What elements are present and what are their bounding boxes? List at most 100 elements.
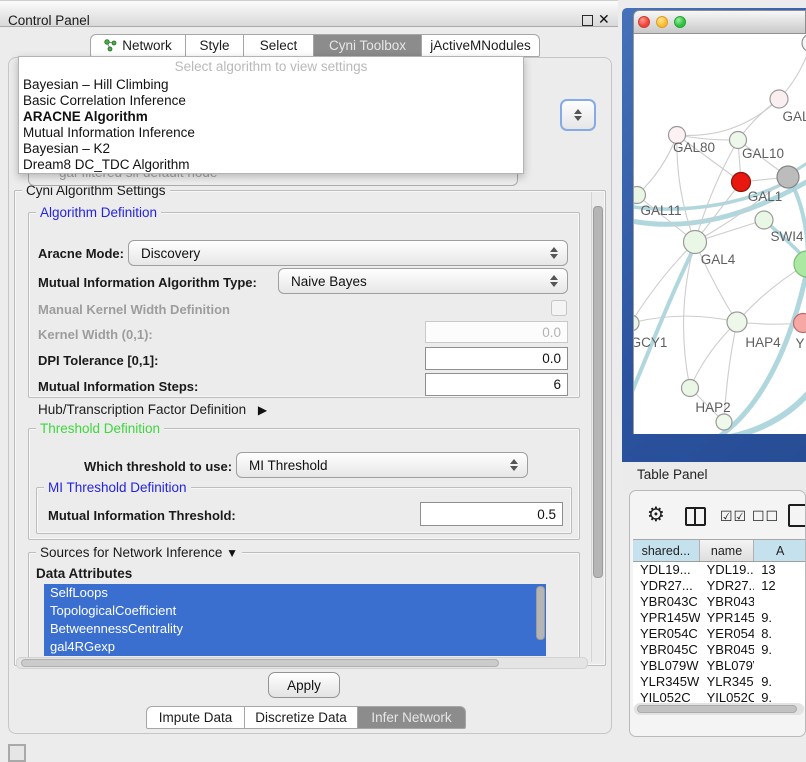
network-edge[interactable] <box>695 140 738 242</box>
network-edge[interactable] <box>690 322 737 388</box>
table-hscrollbar[interactable] <box>634 703 804 715</box>
network-edge-thick[interactable] <box>730 378 806 434</box>
table-cell[interactable]: YBL079W <box>700 658 755 674</box>
table-hscrollbar-thumb[interactable] <box>637 705 797 713</box>
dpi-tolerance-field[interactable]: 0.0 <box>425 347 568 370</box>
table-row[interactable]: YBL079WYBL079W <box>633 658 806 674</box>
which-threshold-combobox[interactable]: MI Threshold <box>236 452 528 478</box>
table-cell[interactable]: YBR043C <box>700 594 755 610</box>
table-cell[interactable]: 9. <box>754 674 806 690</box>
select-all-icon[interactable]: ☑☑ <box>720 508 747 525</box>
manual-kernel-checkbox[interactable] <box>551 300 567 316</box>
mi-steps-field[interactable]: 6 <box>425 373 568 396</box>
settings-hscrollbar-thumb[interactable] <box>21 659 499 667</box>
table-cell[interactable]: YER054C <box>700 626 755 642</box>
window-zoom-button[interactable] <box>674 16 686 28</box>
network-edge[interactable] <box>677 99 779 135</box>
network-node-gal4[interactable] <box>684 231 707 254</box>
tab-jactivemnodules[interactable]: jActiveMNodules <box>422 34 540 57</box>
close-icon[interactable]: ✕ <box>598 11 610 28</box>
mi-type-combobox[interactable]: Naive Bayes <box>278 268 568 294</box>
table-cell[interactable]: YDL19... <box>633 562 700 578</box>
tab-select[interactable]: Select <box>244 34 314 57</box>
table-cell[interactable]: YBL079W <box>633 658 700 674</box>
aracne-mode-combobox[interactable]: Discovery <box>128 240 568 266</box>
algorithm-option[interactable]: Bayesian – Hill Climbing <box>19 77 523 93</box>
tab-infer-network[interactable]: Infer Network <box>358 706 466 729</box>
table-row[interactable]: YER054CYER054C8. <box>633 626 806 642</box>
table-cell[interactable]: YBR045C <box>633 642 700 658</box>
table-cell[interactable]: YPR145W <box>700 610 755 626</box>
table-cell[interactable]: YER054C <box>633 626 700 642</box>
sources-group-title[interactable]: Sources for Network Inference ▼ <box>36 545 242 560</box>
table-cell[interactable]: YLR345W <box>633 674 700 690</box>
apply-button[interactable]: Apply <box>268 672 340 698</box>
table-cell[interactable]: 9. <box>754 610 806 626</box>
settings-scrollbar-thumb[interactable] <box>593 206 603 578</box>
network-node-gal11[interactable] <box>634 187 646 204</box>
table-column-header[interactable]: name <box>700 540 755 561</box>
table-cell[interactable]: 9. <box>754 642 806 658</box>
network-edge[interactable] <box>634 316 737 323</box>
table-cell[interactable]: 12 <box>754 578 806 594</box>
table-mode-icon[interactable] <box>788 504 806 527</box>
table-cell[interactable]: YBR045C <box>700 642 755 658</box>
table-row[interactable]: YDL19...YDL19...13 <box>633 562 806 578</box>
network-node-hap4[interactable] <box>727 312 747 332</box>
network-node-pinkA[interactable] <box>770 90 788 108</box>
deselect-all-icon[interactable]: ☐☐ <box>752 508 779 525</box>
table-row[interactable]: YBR045CYBR045C9. <box>633 642 806 658</box>
attribute-list-item[interactable]: BetweennessCentrality <box>44 620 546 638</box>
table-cell[interactable] <box>754 658 806 674</box>
attributes-scrollbar-thumb[interactable] <box>536 586 545 640</box>
tab-discretize-data[interactable]: Discretize Data <box>245 706 358 729</box>
tab-network[interactable]: Network <box>90 34 186 57</box>
network-node-green[interactable] <box>794 251 806 277</box>
float-window-icon[interactable] <box>582 15 593 26</box>
network-edge[interactable] <box>637 135 677 195</box>
network-node-swi4[interactable] <box>755 211 773 229</box>
network-node-bottom[interactable] <box>716 414 732 430</box>
algorithm-combobox-spinner[interactable] <box>560 99 596 131</box>
gear-icon[interactable]: ⚙ <box>647 502 665 527</box>
attribute-list-item[interactable]: gal4RGexp <box>44 638 546 656</box>
tab-style[interactable]: Style <box>186 34 244 57</box>
window-minimize-button[interactable] <box>656 16 668 28</box>
algorithm-option[interactable]: ARACNE Algorithm <box>19 109 523 125</box>
tab-impute-data[interactable]: Impute Data <box>146 706 245 729</box>
settings-scrollbar[interactable] <box>591 192 604 662</box>
table-column-header[interactable]: A <box>754 540 806 561</box>
table-row[interactable]: YPR145WYPR145W9. <box>633 610 806 626</box>
collapsed-panel-grip[interactable] <box>8 744 26 762</box>
table-cell[interactable]: 13 <box>754 562 806 578</box>
tab-cyni-toolbox[interactable]: Cyni Toolbox <box>314 34 422 57</box>
network-canvas[interactable]: GALGAL80GAL10GAL1GAL11SWI4GAL4GCY1HAP4YH… <box>633 34 806 434</box>
table-cell[interactable] <box>754 594 806 610</box>
table-cell[interactable]: 8. <box>754 626 806 642</box>
algorithm-option[interactable]: Mutual Information Inference <box>19 125 523 141</box>
window-close-button[interactable] <box>638 16 650 28</box>
algorithm-option[interactable]: Basic Correlation Inference <box>19 93 523 109</box>
network-node-gray[interactable] <box>777 166 799 188</box>
table-row[interactable]: YBR043CYBR043C <box>633 594 806 610</box>
attribute-list-item[interactable]: TopologicalCoefficient <box>44 602 546 620</box>
network-node-top[interactable] <box>802 34 806 52</box>
algorithm-option[interactable]: Dream8 DC_TDC Algorithm <box>19 157 523 173</box>
network-node-hap2[interactable] <box>682 380 699 397</box>
hub-definition-toggle[interactable]: Hub/Transcription Factor Definition ▶ <box>38 402 267 417</box>
table-cell[interactable]: YDR27... <box>633 578 700 594</box>
table-column-header[interactable]: shared... <box>633 540 700 561</box>
kernel-width-field[interactable]: 0.0 <box>425 321 568 343</box>
table-cell[interactable]: YPR145W <box>633 610 700 626</box>
table-cell[interactable]: YBR043C <box>633 594 700 610</box>
network-edge[interactable] <box>634 195 637 323</box>
table-cell[interactable]: YLR345W <box>700 674 755 690</box>
mi-threshold-field[interactable]: 0.5 <box>420 502 563 526</box>
table-row[interactable]: YLR345WYLR345W9. <box>633 674 806 690</box>
settings-hscrollbar[interactable] <box>16 657 588 669</box>
table-row[interactable]: YDR27...YDR27...12 <box>633 578 806 594</box>
algorithm-option[interactable]: Bayesian – K2 <box>19 141 523 157</box>
table-cell[interactable]: YDL19... <box>700 562 755 578</box>
network-node-gcy1[interactable] <box>634 315 639 331</box>
table-cell[interactable]: YDR27... <box>700 578 755 594</box>
